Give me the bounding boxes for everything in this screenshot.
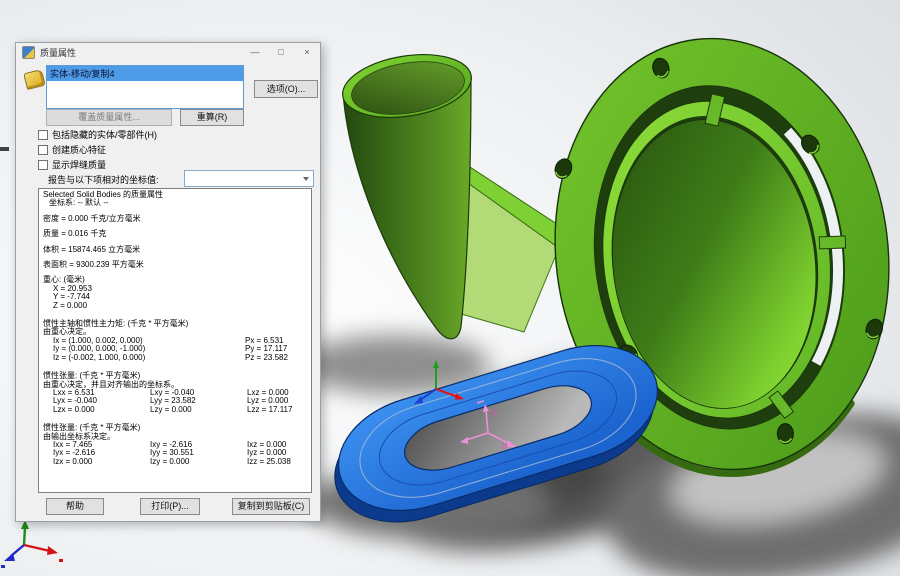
checkbox-label: 创建质心特征: [52, 143, 106, 156]
options-button[interactable]: 选项(O)...: [254, 80, 318, 98]
report-surface-area: 表面积 = 9300.239 平方毫米: [43, 261, 311, 269]
coordinate-system-dropdown[interactable]: [184, 170, 314, 187]
report-com-z: Z = 0.000: [43, 302, 311, 310]
checkbox-create-com-feature[interactable]: 创建质心特征: [38, 144, 106, 155]
mass-properties-report[interactable]: Selected Solid Bodies 的质量属性 坐标系: -- 默认 -…: [38, 188, 312, 493]
coord-system-label: 报告与以下项相对的坐标值:: [48, 173, 159, 186]
model-edge-sliver: [0, 147, 9, 151]
principal-row: Iz = (-0.002, 1.000, 0.000)Pz = 23.582: [43, 354, 311, 362]
checkbox-box[interactable]: [38, 160, 48, 170]
mass-properties-icon: [22, 46, 35, 59]
mass-properties-dialog: 质量属性 — □ × 实体-移动/复制4 选项(O)... 覆盖质量属性... …: [15, 42, 321, 522]
recalculate-button[interactable]: 重算(R): [180, 109, 244, 126]
solid-body-icon: [23, 69, 46, 90]
chevron-down-icon: [303, 177, 309, 181]
dialog-title: 质量属性: [40, 46, 76, 59]
override-mass-properties-button[interactable]: 覆盖质量属性...: [46, 109, 172, 126]
dialog-titlebar[interactable]: 质量属性 — □ ×: [16, 43, 320, 61]
maximize-button[interactable]: □: [268, 43, 294, 61]
checkbox-show-weld-mass[interactable]: 显示焊缝质量: [38, 159, 106, 170]
checkbox-box[interactable]: [38, 145, 48, 155]
report-volume: 体积 = 15874.465 立方毫米: [43, 246, 311, 254]
close-button[interactable]: ×: [294, 43, 320, 61]
tensor-row: Izx = 0.000Izy = 0.000Izz = 25.038: [43, 458, 311, 466]
principal-axis-x-label: Ix: [502, 442, 508, 451]
help-button[interactable]: 帮助: [46, 498, 104, 515]
selection-listbox[interactable]: 实体-移动/复制4: [46, 65, 244, 109]
checkbox-label: 包括隐藏的实体/零部件(H): [52, 128, 157, 141]
report-coordsys: 坐标系: -- 默认 --: [43, 199, 311, 207]
report-mass: 质量 = 0.016 千克: [43, 230, 311, 238]
checkbox-include-hidden-bodies[interactable]: 包括隐藏的实体/零部件(H): [38, 129, 157, 140]
report-density: 密度 = 0.000 千克/立方毫米: [43, 215, 311, 223]
checkbox-label: 显示焊缝质量: [52, 158, 106, 171]
minimize-button[interactable]: —: [242, 43, 268, 61]
principal-axis-y-label: Iy: [491, 408, 497, 417]
copy-to-clipboard-button[interactable]: 复制到剪贴板(C): [232, 498, 310, 515]
tensor-row: Lzx = 0.000Lzy = 0.000Lzz = 17.117: [43, 406, 311, 414]
solidworks-graphics-area[interactable]: Iy Ix 质量属性 — □ × 实体-移动/复制4 选项(O)... 覆盖质量…: [0, 0, 900, 576]
list-item-selected-body[interactable]: 实体-移动/复制4: [47, 66, 243, 81]
print-button[interactable]: 打印(P)...: [140, 498, 200, 515]
checkbox-box[interactable]: [38, 130, 48, 140]
